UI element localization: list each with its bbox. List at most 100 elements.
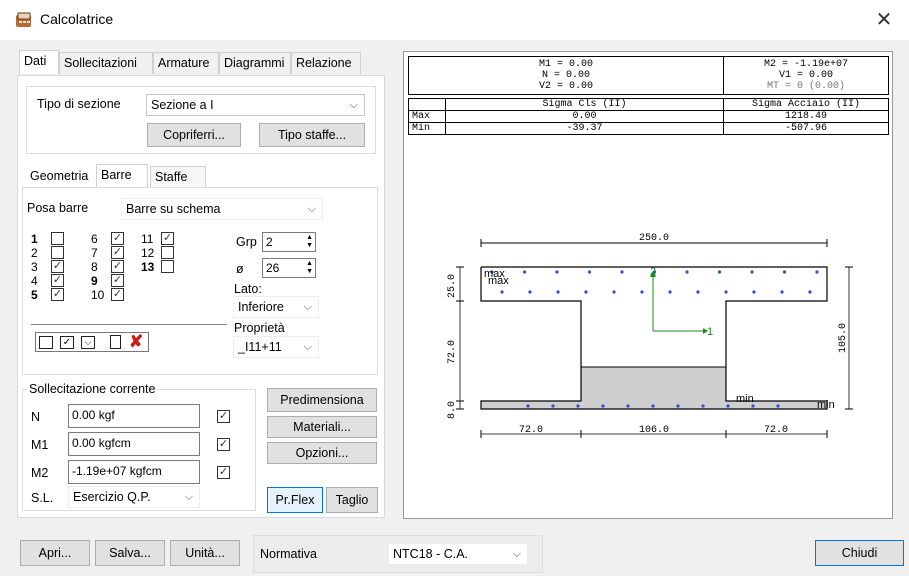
bar-checkbox[interactable]: ✓ xyxy=(111,260,124,273)
m1-checkbox[interactable]: ✓ xyxy=(217,438,230,451)
new-document-icon[interactable] xyxy=(110,335,121,349)
tipo-staffe-button[interactable]: Tipo staffe... xyxy=(259,123,365,147)
uncheck-all-icon[interactable] xyxy=(39,336,53,349)
bar-checkbox[interactable]: ✓ xyxy=(111,288,124,301)
rebar-dot xyxy=(522,270,527,274)
bar-checkbox[interactable] xyxy=(51,232,64,245)
bar-checkbox[interactable]: ✓ xyxy=(111,246,124,259)
bar-number: 10 xyxy=(91,288,105,302)
bar-tools: ✓ ⌵ ✘ xyxy=(35,332,149,352)
subtab-geometria[interactable]: Geometria xyxy=(26,166,96,188)
normativa-group: Normativa NTC18 - C.A. ⌵ xyxy=(253,535,543,573)
prflex-button[interactable]: Pr.Flex xyxy=(267,487,323,513)
m1-label: M1 xyxy=(31,438,49,452)
opzioni-button[interactable]: Opzioni... xyxy=(267,442,377,464)
lato-label: Lato: xyxy=(234,282,262,296)
bar-checkbox[interactable]: ✓ xyxy=(161,232,174,245)
bar-checkbox[interactable] xyxy=(51,246,64,259)
bar-checkbox[interactable] xyxy=(161,260,174,273)
spinner-arrows-icon: ▲ ▼ xyxy=(306,234,313,249)
predimensiona-button[interactable]: Predimensiona xyxy=(267,388,377,412)
unita-button[interactable]: Unità... xyxy=(170,540,240,566)
bar-checkbox[interactable]: ✓ xyxy=(111,274,124,287)
rebar-dot xyxy=(556,290,560,294)
chevron-down-icon: ⌵ xyxy=(512,548,521,560)
bar-item: 6 ✓ xyxy=(91,232,141,246)
chevron-down-icon: ⌵ xyxy=(307,203,316,215)
copriferri-button[interactable]: Copriferri... xyxy=(147,123,241,147)
delete-icon[interactable]: ✘ xyxy=(129,332,143,352)
bar-item: 3 ✓ xyxy=(31,260,81,274)
window-title: Calcolatrice xyxy=(40,11,114,27)
normativa-select[interactable]: NTC18 - C.A. ⌵ xyxy=(388,543,528,565)
bar-item: 11 ✓ xyxy=(141,232,191,246)
materiali-button[interactable]: Materiali... xyxy=(267,416,377,438)
subtab-barre[interactable]: Barre xyxy=(96,164,148,188)
bar-number: 13 xyxy=(141,260,155,274)
tab-dati[interactable]: Dati xyxy=(19,50,59,74)
bar-checkbox[interactable] xyxy=(161,246,174,259)
dim-right: 105.0 xyxy=(838,323,849,353)
salva-button[interactable]: Salva... xyxy=(95,540,165,566)
n-checkbox[interactable]: ✓ xyxy=(217,410,230,423)
proprieta-select[interactable]: _I11+11 ⌵ xyxy=(233,336,319,358)
divider xyxy=(31,324,227,325)
app-icon xyxy=(16,12,31,27)
rebar-dot xyxy=(696,290,700,294)
rebar-dot xyxy=(668,290,672,294)
close-icon[interactable]: ✕ xyxy=(872,8,896,32)
sl-select[interactable]: Esercizio Q.P. ⌵ xyxy=(68,486,200,508)
section-type-label: Tipo di sezione xyxy=(37,97,121,111)
invert-selection-icon[interactable]: ⌵ xyxy=(81,336,95,349)
tab-armature[interactable]: Armature xyxy=(153,52,219,74)
bar-number: 12 xyxy=(141,246,155,260)
apri-button[interactable]: Apri... xyxy=(20,540,90,566)
tab-relazione[interactable]: Relazione xyxy=(291,52,361,74)
m2-input[interactable]: -1.19e+07 kgfcm xyxy=(68,460,200,484)
posa-barre-select[interactable]: Barre su schema ⌵ xyxy=(121,198,323,220)
tab-sollecitazioni[interactable]: Sollecitazioni xyxy=(59,52,153,74)
bar-checkbox[interactable]: ✓ xyxy=(51,288,64,301)
rebar-dot xyxy=(626,404,630,408)
rebar-dot xyxy=(685,270,689,274)
subtab-staffe[interactable]: Staffe xyxy=(150,166,206,188)
bar-item: 4 ✓ xyxy=(31,274,81,288)
min-label-2: min xyxy=(817,399,835,411)
chevron-down-icon: ⌵ xyxy=(303,301,312,313)
chiudi-button[interactable]: Chiudi xyxy=(815,540,904,566)
dim-bot-left: 72.0 xyxy=(519,425,543,436)
lato-select[interactable]: Inferiore ⌵ xyxy=(233,296,319,318)
rebar-dot xyxy=(651,404,655,408)
bar-item: 12 xyxy=(141,246,191,260)
bar-item: 10 ✓ xyxy=(91,288,141,302)
bar-item: 2 xyxy=(31,246,81,260)
bar-checkbox[interactable]: ✓ xyxy=(51,274,64,287)
n-input[interactable]: 0.00 kgf xyxy=(68,404,200,428)
min-label: min xyxy=(736,393,754,405)
check-all-icon[interactable]: ✓ xyxy=(60,336,74,349)
rebar-dot xyxy=(612,290,616,294)
taglio-button[interactable]: Taglio xyxy=(326,487,378,513)
m2-checkbox[interactable]: ✓ xyxy=(217,466,230,479)
rebar-dot xyxy=(601,404,605,408)
chevron-down-icon: ⌵ xyxy=(303,341,312,353)
section-type-select[interactable]: Sezione a I ⌵ xyxy=(146,94,365,116)
diameter-spinner[interactable]: 26 ▲ ▼ xyxy=(262,258,316,278)
bar-item: 1 xyxy=(31,232,81,246)
rebar-dot xyxy=(815,270,819,274)
bar-item: 8 ✓ xyxy=(91,260,141,274)
bar-checkbox[interactable]: ✓ xyxy=(111,232,124,245)
rebar-dot xyxy=(808,290,812,294)
main-tab-strip: Dati Sollecitazioni Armature Diagrammi R… xyxy=(17,50,383,76)
axis-1-label: 1 xyxy=(707,326,713,338)
bar-number: 5 xyxy=(31,288,38,302)
tab-diagrammi[interactable]: Diagrammi xyxy=(219,52,291,74)
dim-bot-right: 72.0 xyxy=(764,425,788,436)
sollecitazione-label: Sollecitazione corrente xyxy=(27,382,158,396)
grp-spinner[interactable]: 2 ▲ ▼ xyxy=(262,232,316,252)
rebar-dot xyxy=(780,290,784,294)
bar-item: 7 ✓ xyxy=(91,246,141,260)
posa-barre-label: Posa barre xyxy=(27,201,89,215)
m1-input[interactable]: 0.00 kgfcm xyxy=(68,432,200,456)
bar-checkbox[interactable]: ✓ xyxy=(51,260,64,273)
